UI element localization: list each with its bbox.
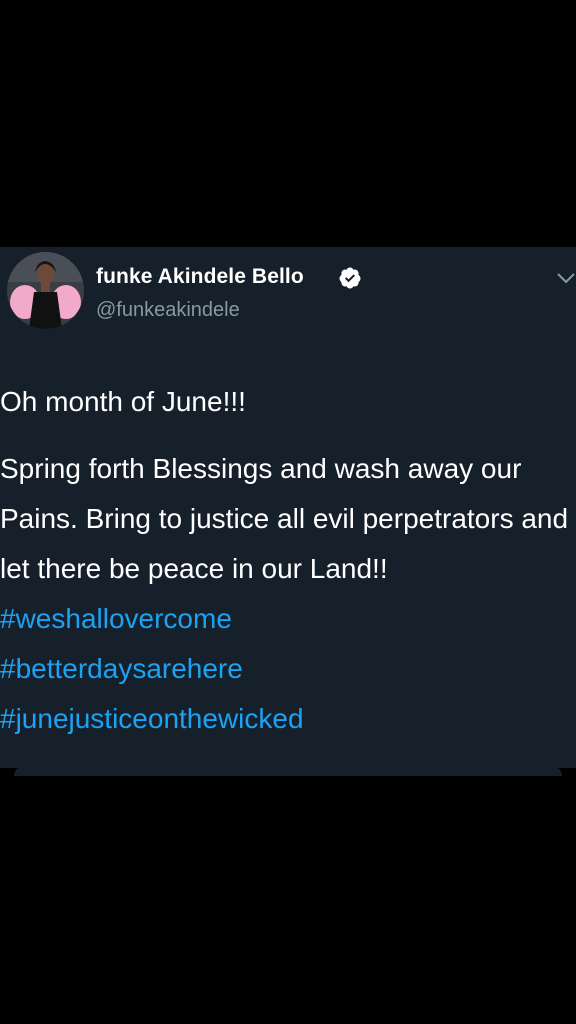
hashtag-link[interactable]: #betterdaysarehere: [0, 653, 243, 684]
tweet-first-line: Oh month of June!!!: [0, 386, 246, 417]
handle[interactable]: @funkeakindele: [96, 299, 240, 322]
hashtag-link[interactable]: #junejusticeonthewicked: [0, 703, 304, 734]
display-name[interactable]: funke Akindele Bello: [96, 265, 304, 289]
hashtag-link[interactable]: #weshallovercome: [0, 603, 232, 634]
tweet-body: Spring forth Blessings and wash away our…: [0, 444, 576, 744]
tweet-card[interactable]: funke Akindele Bello @funkeakindele Oh m…: [0, 247, 576, 768]
verified-badge-icon: [339, 267, 361, 289]
chevron-down-icon[interactable]: [556, 271, 576, 285]
avatar[interactable]: [7, 252, 84, 329]
next-card-edge: [14, 766, 562, 776]
tweet-body-text: Spring forth Blessings and wash away our…: [0, 453, 569, 584]
tweet-text: Oh month of June!!! Spring forth Blessin…: [0, 377, 576, 744]
